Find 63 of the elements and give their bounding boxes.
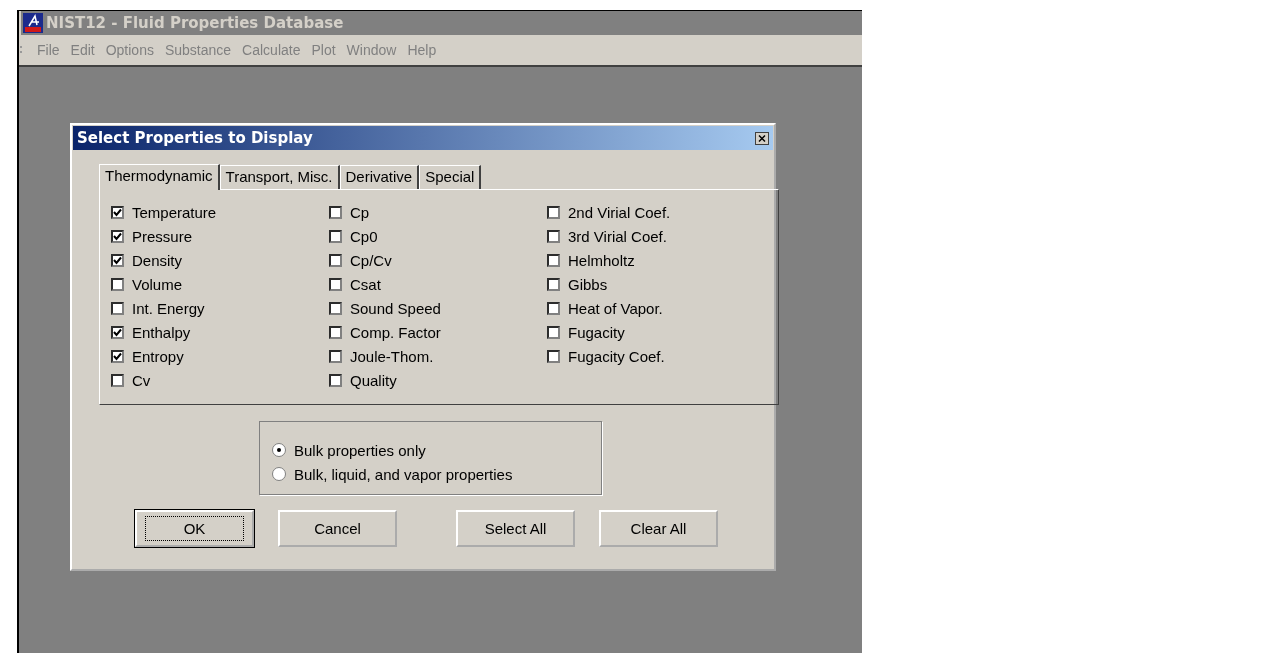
checkbox[interactable] (111, 277, 124, 291)
checkbox-label[interactable]: Pressure (132, 227, 193, 245)
checkbox[interactable] (547, 229, 560, 243)
checkbox[interactable] (329, 325, 342, 339)
checkbox-label[interactable]: Sound Speed (350, 299, 441, 317)
checkbox-label[interactable]: Fugacity Coef. (568, 347, 665, 365)
radio-label[interactable]: Bulk properties only (294, 441, 426, 459)
radio-button[interactable] (272, 443, 286, 457)
checkbox[interactable] (329, 301, 342, 315)
checkbox-label[interactable]: Cp (350, 203, 370, 221)
dialog-title: Select Properties to Display (77, 129, 313, 147)
checkbox[interactable] (111, 253, 124, 267)
checkbox[interactable] (547, 349, 560, 363)
checkbox-label[interactable]: Joule-Thom. (350, 347, 434, 365)
checkbox[interactable] (111, 325, 124, 339)
checkbox[interactable] (111, 349, 124, 363)
checkbox-label[interactable]: Csat (350, 275, 381, 293)
grip-icon[interactable] (19, 44, 23, 56)
checkbox[interactable] (329, 373, 342, 387)
checkbox-label[interactable]: 2nd Virial Coef. (568, 203, 671, 221)
checkbox[interactable] (329, 349, 342, 363)
dialog-button[interactable]: Select All (456, 510, 575, 547)
tab[interactable]: Derivative (339, 165, 420, 189)
checkbox-label[interactable]: Fugacity (568, 323, 625, 341)
checkbox[interactable] (329, 277, 342, 291)
checkbox[interactable] (111, 373, 124, 387)
checkbox-label[interactable]: Quality (350, 371, 397, 389)
checkbox[interactable] (547, 205, 560, 219)
tab[interactable]: Transport, Misc. (219, 165, 340, 189)
dialog-button[interactable]: Cancel (278, 510, 397, 547)
dialog-button[interactable]: Clear All (599, 510, 718, 547)
close-icon[interactable] (755, 131, 769, 145)
dialog-button[interactable]: OK (135, 510, 254, 547)
window-title: NIST12 - Fluid Properties Database (46, 14, 344, 32)
checkbox-label[interactable]: Cv (132, 371, 151, 389)
checkbox-label[interactable]: Helmholtz (568, 251, 635, 269)
checkbox-label[interactable]: Cp/Cv (350, 251, 392, 269)
checkbox[interactable] (547, 301, 560, 315)
tab[interactable]: Special (419, 165, 482, 189)
checkbox-label[interactable]: Temperature (132, 203, 217, 221)
checkbox[interactable] (329, 253, 342, 267)
checkbox[interactable] (547, 325, 560, 339)
checkbox[interactable] (547, 253, 560, 267)
checkbox-label[interactable]: Comp. Factor (350, 323, 441, 341)
checkbox-label[interactable]: Gibbs (568, 275, 608, 293)
checkbox[interactable] (111, 229, 124, 243)
checkbox-label[interactable]: Volume (132, 275, 183, 293)
checkbox-label[interactable]: Cp0 (350, 227, 378, 245)
checkbox[interactable] (329, 229, 342, 243)
checkbox[interactable] (111, 205, 124, 219)
checkbox-label[interactable]: Density (132, 251, 183, 269)
radio-label[interactable]: Bulk, liquid, and vapor properties (294, 465, 513, 483)
checkbox-label[interactable]: Entropy (132, 347, 184, 365)
tab[interactable]: Thermodynamic (99, 164, 220, 190)
checkbox[interactable] (547, 277, 560, 291)
checkbox-label[interactable]: 3rd Virial Coef. (568, 227, 667, 245)
checkbox-label[interactable]: Int. Energy (132, 299, 205, 317)
checkbox-label[interactable]: Enthalpy (132, 323, 191, 341)
checkbox[interactable] (111, 301, 124, 315)
checkbox[interactable] (329, 205, 342, 219)
checkbox-label[interactable]: Heat of Vapor. (568, 299, 663, 317)
logo-icon (23, 13, 43, 33)
radio-button[interactable] (272, 467, 286, 481)
